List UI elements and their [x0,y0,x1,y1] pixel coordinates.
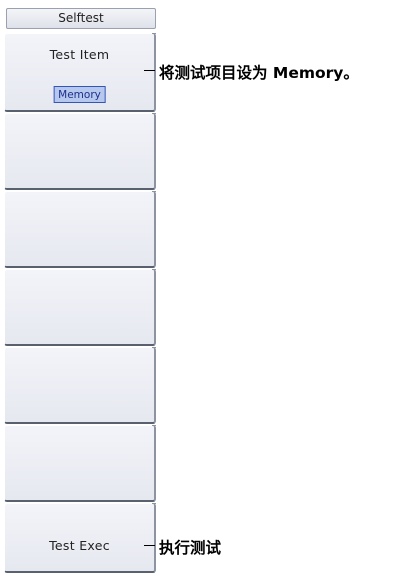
test-item-callout: 将测试项目设为 Memory。 [159,64,359,82]
test-exec-callout-line [144,545,155,546]
test-item-value: Memory [53,86,106,103]
test-exec-softkey[interactable]: Test Exec [4,503,156,573]
test-item-label: Test Item [49,47,110,62]
softkey-3[interactable] [4,191,156,268]
menu-title: Selftest [6,8,156,29]
test-exec-callout: 执行测试 [159,539,222,557]
softkey-4[interactable] [4,269,156,346]
softkey-5[interactable] [4,347,156,424]
test-item-softkey[interactable]: Test Item Memory [4,33,156,112]
softkey-2[interactable] [4,113,156,190]
test-exec-label: Test Exec [49,538,110,553]
softkey-panel: Selftest Test Item Memory Test Exec [0,0,160,575]
softkey-6[interactable] [4,425,156,502]
selftest-screen: Selftest Test Item Memory Test Exec 将测试项… [0,0,416,575]
test-item-callout-line [144,70,155,71]
